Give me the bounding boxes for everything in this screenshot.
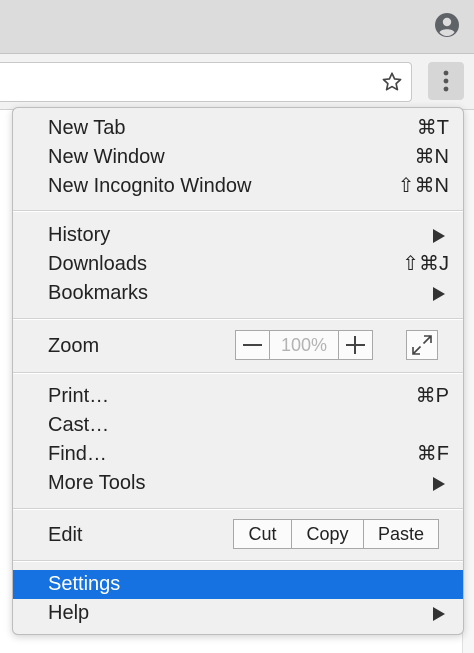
menu-separator [13, 210, 463, 212]
zoom-label: Zoom [48, 335, 100, 357]
paste-button[interactable]: Paste [364, 520, 438, 548]
menu-item-print[interactable]: Print… ⌘P [13, 382, 463, 411]
menu-item-cast[interactable]: Cast… [13, 411, 463, 440]
cut-button[interactable]: Cut [234, 520, 292, 548]
menu-item-label: New Window [48, 146, 165, 168]
triangle-right-icon [433, 229, 445, 243]
menu-item-shortcut: ⌘T [416, 117, 449, 139]
minus-icon [243, 344, 262, 346]
menu-item-more-tools[interactable]: More Tools [13, 469, 463, 498]
menu-item-settings[interactable]: Settings [13, 570, 463, 599]
menu-item-shortcut: ⌘N [414, 146, 449, 168]
menu-item-shortcut: ⇧⌘J [402, 253, 449, 275]
menu-item-new-window[interactable]: New Window ⌘N [13, 143, 463, 172]
menu-separator [13, 372, 463, 374]
menu-item-downloads[interactable]: Downloads ⇧⌘J [13, 250, 463, 279]
window-titlebar [0, 0, 474, 54]
chrome-main-menu: New Tab ⌘T New Window ⌘N New Incognito W… [12, 107, 464, 635]
menu-item-new-tab[interactable]: New Tab ⌘T [13, 114, 463, 143]
menu-item-label: Print… [48, 385, 110, 407]
fullscreen-icon [412, 335, 432, 355]
menu-item-label: Find… [48, 443, 107, 465]
menu-item-new-incognito-window[interactable]: New Incognito Window ⇧⌘N [13, 172, 463, 201]
menu-item-help[interactable]: Help [13, 599, 463, 628]
menu-item-find[interactable]: Find… ⌘F [13, 440, 463, 469]
triangle-right-icon [433, 607, 445, 621]
menu-item-bookmarks[interactable]: Bookmarks [13, 279, 463, 308]
address-bar[interactable] [0, 62, 412, 102]
triangle-right-icon [433, 287, 445, 301]
zoom-level: 100% [280, 335, 328, 355]
chrome-menu-button[interactable] [428, 62, 464, 100]
zoom-in-button[interactable] [338, 331, 372, 359]
menu-item-label: New Incognito Window [48, 175, 252, 197]
edit-label: Edit [48, 524, 83, 546]
menu-item-history[interactable]: History [13, 221, 463, 250]
zoom-out-button[interactable] [236, 331, 270, 359]
menu-separator [13, 560, 463, 562]
menu-item-label: New Tab [48, 117, 126, 139]
copy-button[interactable]: Copy [292, 520, 364, 548]
menu-item-label: History [48, 224, 111, 246]
menu-item-shortcut: ⇧⌘N [397, 175, 449, 197]
zoom-controls: 100% [235, 330, 373, 360]
three-dots-vertical-icon [443, 70, 449, 92]
menu-separator [13, 318, 463, 320]
triangle-right-icon [433, 477, 445, 491]
menu-item-label: Downloads [48, 253, 147, 275]
menu-item-label: Cast… [48, 414, 110, 436]
browser-toolbar [0, 54, 474, 110]
fullscreen-button[interactable] [406, 330, 438, 360]
menu-item-shortcut: ⌘F [416, 443, 449, 465]
menu-separator [13, 508, 463, 510]
menu-item-shortcut: ⌘P [415, 385, 449, 407]
menu-item-label: Settings [48, 573, 121, 595]
menu-item-label: Help [48, 602, 90, 624]
account-circle-icon[interactable] [434, 12, 460, 38]
star-outline-icon[interactable] [381, 71, 403, 93]
menu-item-label: Bookmarks [48, 282, 149, 304]
edit-controls: Cut Copy Paste [233, 519, 439, 549]
menu-item-label: More Tools [48, 472, 146, 494]
